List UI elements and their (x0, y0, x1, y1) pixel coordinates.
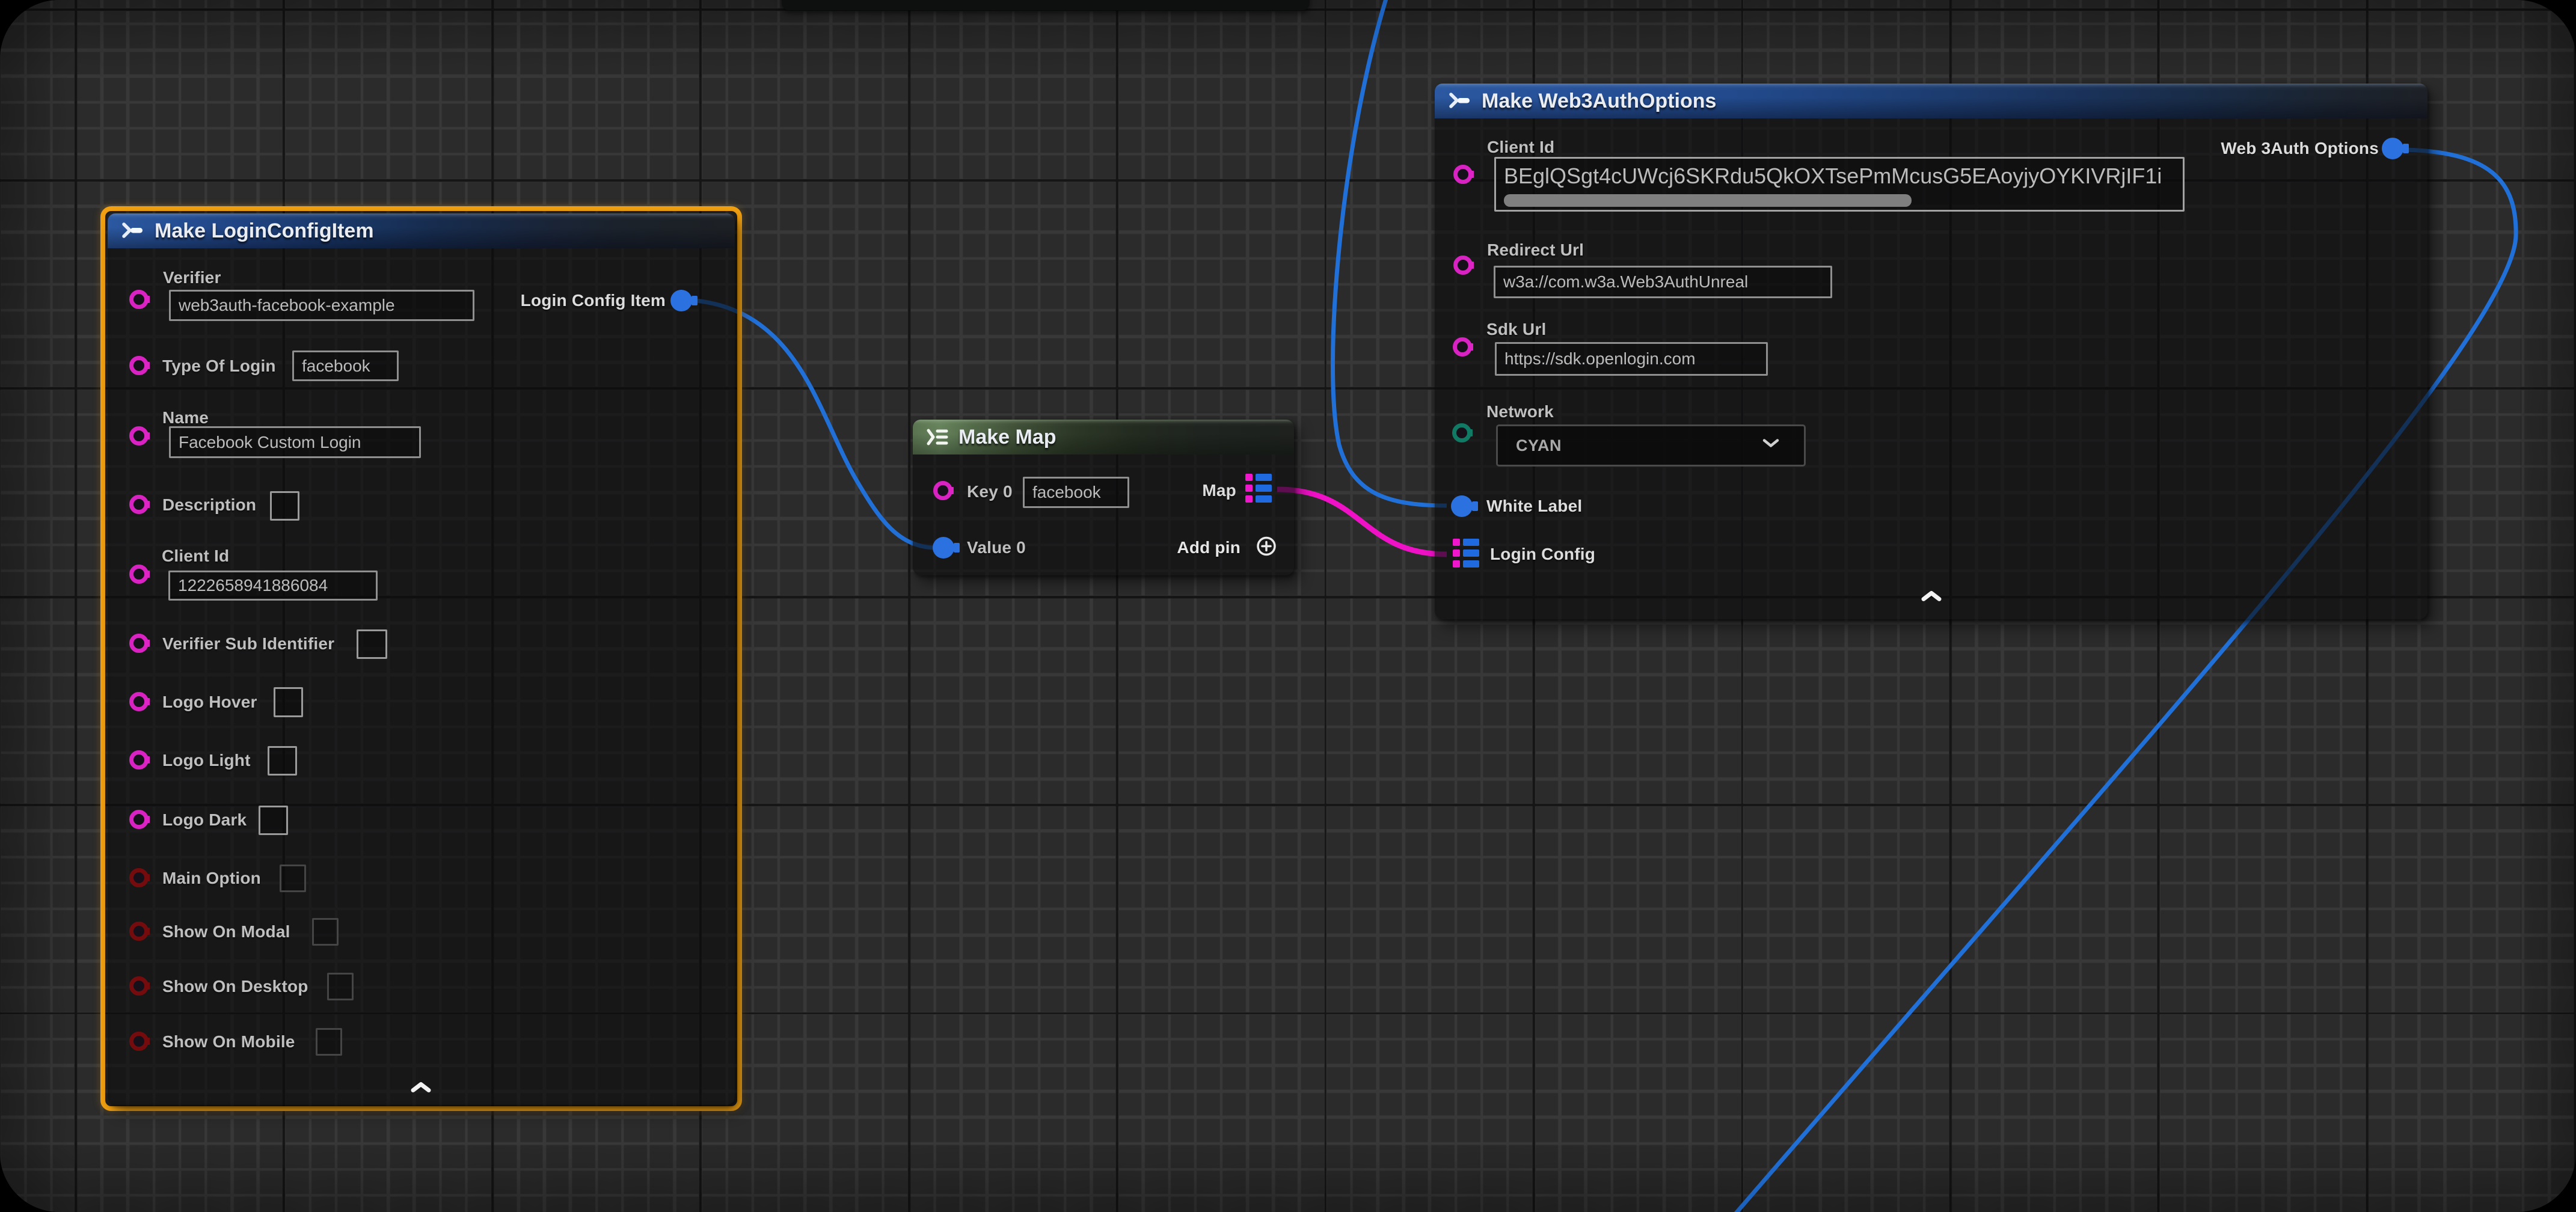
pin-value0[interactable] (933, 537, 954, 559)
add-pin-label: Add pin (1177, 538, 1240, 557)
pin-key0-label: Key 0 (967, 482, 1013, 501)
pin-client-id[interactable] (1453, 165, 1473, 184)
client-id-scrollbar[interactable] (1504, 194, 1912, 207)
pin-value0-label: Value 0 (967, 538, 1026, 557)
pin-login-config-label: Login Config (1490, 545, 1595, 564)
output-pin-web3auth-options[interactable] (2382, 138, 2403, 159)
pin-redirect-url[interactable] (1453, 256, 1473, 275)
verifier-sub-identifier-value-box[interactable] (357, 629, 387, 659)
pin-logo-dark-label: Logo Dark (162, 810, 247, 830)
dropdown-chevron-icon[interactable] (1762, 438, 1780, 453)
pin-type-of-login[interactable] (129, 356, 149, 375)
pin-redirect-url-label: Redirect Url (1487, 240, 1584, 260)
output-pin-label: Web 3Auth Options (2221, 139, 2379, 158)
pin-client-id-label: Client Id (1487, 138, 1554, 157)
pin-verifier-sub-identifier[interactable] (129, 634, 149, 653)
pin-login-config[interactable] (1453, 539, 1479, 568)
node-title: Make LoginConfigItem (155, 219, 374, 243)
pin-network[interactable] (1452, 423, 1471, 442)
pin-network-label: Network (1486, 402, 1554, 421)
logo-hover-value-box[interactable] (274, 687, 303, 717)
node-header[interactable]: Make LoginConfigItem (108, 213, 735, 248)
pin-verifier-label: Verifier (163, 268, 221, 287)
pin-show-on-desktop-label: Show On Desktop (162, 977, 308, 996)
blueprint-graph-canvas[interactable]: Make LoginConfigItem Login Config Item V… (0, 0, 2576, 1212)
wire-top-to-whitelabel (1333, 0, 1447, 506)
node-header[interactable]: Make Map (913, 420, 1294, 454)
type-of-login-value-box[interactable]: facebook (292, 350, 399, 381)
pin-sdk-url-label: Sdk Url (1486, 320, 1546, 339)
output-pin-login-config-item[interactable] (670, 290, 692, 311)
redirect-url-value-box[interactable]: w3a://com.w3a.Web3AuthUnreal (1494, 266, 1832, 298)
node-make-map[interactable]: Make Map Key 0 facebook Map Value 0 Add … (913, 420, 1294, 575)
node-make-web3authoptions[interactable]: Make Web3AuthOptions Web 3Auth Options C… (1435, 84, 2427, 619)
make-map-icon (926, 427, 949, 447)
pin-description-label: Description (162, 495, 256, 515)
pin-logo-hover[interactable] (129, 692, 149, 711)
pin-name[interactable] (129, 426, 149, 445)
pin-show-on-desktop[interactable] (129, 976, 149, 996)
pin-show-on-modal[interactable] (129, 922, 149, 941)
wire-map-to-loginconfig (1277, 489, 1447, 554)
pin-client-id-label: Client Id (162, 546, 229, 566)
pin-map-output[interactable] (1245, 474, 1272, 503)
pin-verifier-sub-identifier-label: Verifier Sub Identifier (162, 634, 334, 653)
output-pin-label: Login Config Item (521, 291, 666, 310)
pin-logo-light-label: Logo Light (162, 751, 251, 770)
pin-description[interactable] (129, 495, 149, 514)
description-value-box[interactable] (270, 491, 299, 521)
network-dropdown[interactable]: CYAN (1496, 424, 1806, 467)
pin-client-id[interactable] (129, 565, 149, 584)
collapse-chevron-icon[interactable] (410, 1082, 432, 1097)
pin-key0[interactable] (933, 481, 952, 500)
logo-dark-value-box[interactable] (259, 806, 288, 835)
node-make-loginconfigitem[interactable]: Make LoginConfigItem Login Config Item V… (108, 213, 735, 1105)
pin-white-label[interactable] (1451, 495, 1473, 517)
node-title: Make Web3AuthOptions (1482, 90, 1716, 113)
pin-logo-hover-label: Logo Hover (162, 693, 257, 712)
show-on-desktop-checkbox[interactable] (327, 973, 354, 1000)
pin-map-label: Map (1202, 481, 1236, 500)
pin-sdk-url[interactable] (1453, 337, 1472, 357)
logo-light-value-box[interactable] (268, 746, 297, 776)
pin-name-label: Name (162, 408, 209, 427)
make-struct-icon (1448, 90, 1472, 112)
name-value-box[interactable]: Facebook Custom Login (169, 426, 421, 458)
pin-show-on-modal-label: Show On Modal (162, 922, 290, 941)
node-title: Make Map (958, 426, 1056, 449)
offscreen-node-bottom[interactable] (782, 0, 1310, 10)
pin-show-on-mobile[interactable] (129, 1032, 149, 1051)
show-on-modal-checkbox[interactable] (312, 918, 339, 946)
pin-main-option-label: Main Option (162, 869, 261, 888)
pin-logo-dark[interactable] (129, 810, 149, 829)
main-option-checkbox[interactable] (280, 865, 306, 892)
pin-type-of-login-label: Type Of Login (162, 357, 276, 376)
pin-show-on-mobile-label: Show On Mobile (162, 1032, 295, 1051)
collapse-chevron-icon[interactable] (1921, 590, 1942, 605)
show-on-mobile-checkbox[interactable] (316, 1028, 342, 1056)
sdk-url-value-box[interactable]: https://sdk.openlogin.com (1495, 342, 1768, 376)
pin-logo-light[interactable] (129, 750, 149, 770)
client-id-value-box[interactable]: 1222658941886084 (168, 571, 378, 601)
pin-main-option[interactable] (129, 868, 149, 887)
pin-verifier[interactable] (129, 290, 149, 309)
key0-value-box[interactable]: facebook (1023, 477, 1129, 508)
verifier-value-box[interactable]: web3auth-facebook-example (169, 290, 474, 321)
make-struct-icon (121, 219, 145, 242)
add-pin-icon[interactable] (1254, 534, 1278, 562)
pin-white-label-label: White Label (1486, 497, 1582, 516)
node-header[interactable]: Make Web3AuthOptions (1435, 84, 2427, 118)
